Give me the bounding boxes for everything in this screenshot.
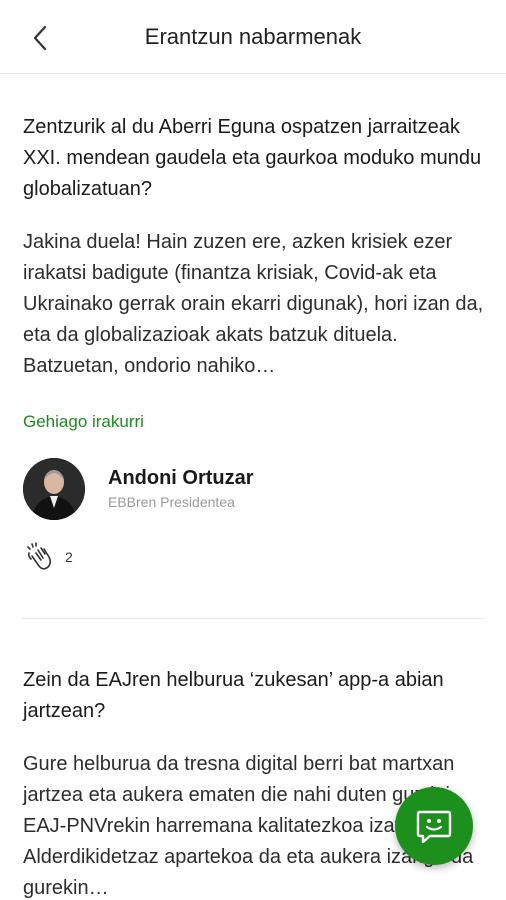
read-more-link[interactable]: Gehiago irakurri [23,412,144,432]
author-block: Andoni Ortuzar EBBren Presidentea [23,458,484,520]
answer-card: Zentzurik al du Aberri Eguna ospatzen ja… [0,75,506,574]
chat-smiley-icon [416,810,452,844]
avatar [23,458,85,520]
page-title: Erantzun nabarmenak [144,24,362,49]
clap-count: 2 [65,549,73,565]
answers-list: Zentzurik al du Aberri Eguna ospatzen ja… [0,75,506,900]
app-header: Erantzun nabarmenak [0,0,506,74]
chat-fab-button[interactable] [395,787,473,865]
question-text: Zentzurik al du Aberri Eguna ospatzen ja… [23,116,482,200]
author-role: EBBren Presidentea [108,494,235,510]
answer-text: Jakina duela! Hain zuzen ere, azken kris… [23,231,484,377]
clap-button[interactable] [23,540,57,574]
question-text: Zein da EAJren helburua ‘zukesan’ app-a … [23,669,444,722]
author-name: Andoni Ortuzar [108,467,254,489]
author-info: Andoni Ortuzar EBBren Presidentea [108,465,254,513]
reactions: 2 [23,540,484,574]
clap-icon [27,542,52,570]
author-photo-icon [23,458,85,520]
